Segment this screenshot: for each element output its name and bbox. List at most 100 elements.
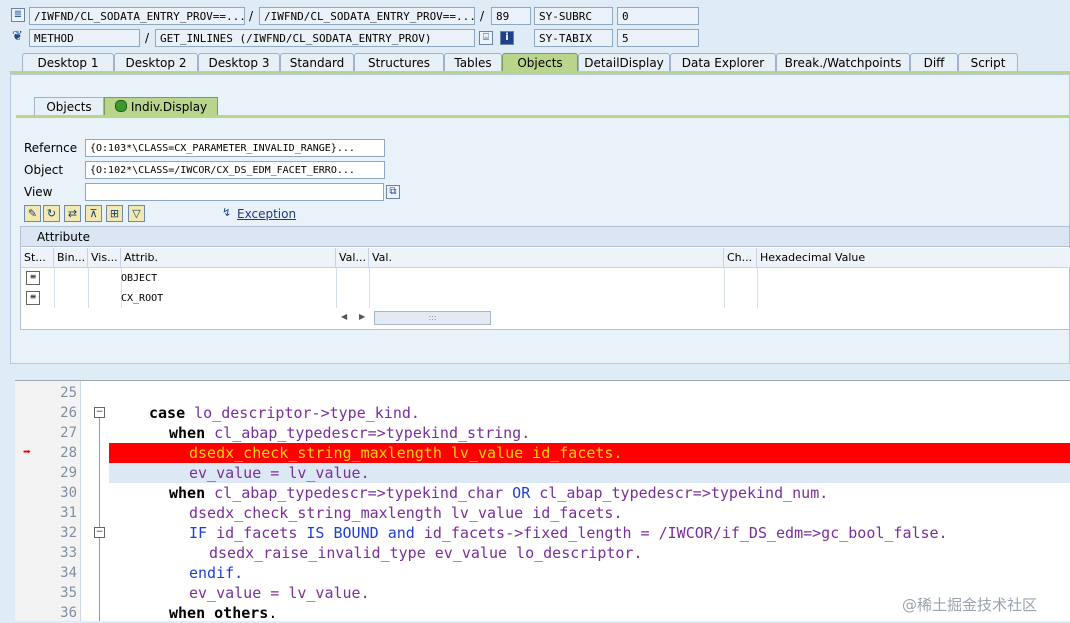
code-text: when cl_abap_typedescr=>typekind_char OR… — [169, 483, 828, 503]
object-label: Object — [24, 163, 64, 177]
code-line[interactable]: 33 dsedx_raise_invalid_type ev_value lo_d… — [15, 543, 1070, 563]
event-type-field[interactable]: METHOD — [29, 29, 140, 47]
filter-icon[interactable]: ▽ — [128, 205, 145, 222]
code-text: IF id_facets IS BOUND and id_facets->fix… — [189, 523, 948, 543]
sy-subrc-name: SY-SUBRC — [534, 7, 613, 25]
include-field[interactable]: /IWFND/CL_SODATA_ENTRY_PROV==... — [259, 7, 475, 25]
grid-divider — [757, 268, 758, 308]
col-header-val-short[interactable]: Val... — [336, 248, 369, 268]
code-identifier: id_facets->fixed_length = /IWCOR/if_DS_e… — [423, 524, 948, 542]
watermark: @稀土掘金技术社区 — [902, 596, 1038, 614]
tab-desktop-3[interactable]: Desktop 3 — [198, 53, 280, 71]
tab-breakpoints[interactable]: Break./Watchpoints — [776, 53, 910, 71]
tab-structures[interactable]: Structures — [354, 53, 444, 71]
tree-up-icon[interactable]: ⊼ — [85, 205, 102, 222]
tab-desktop-1[interactable]: Desktop 1 — [22, 53, 114, 71]
view-field[interactable] — [85, 183, 384, 201]
code-identifier: cl_abap_typedescr=>typekind_num. — [539, 484, 829, 502]
table-row-attrib[interactable]: OBJECT — [121, 269, 157, 289]
sy-tabix-value[interactable]: 5 — [617, 29, 699, 47]
hierarchy-icon[interactable]: ⊞ — [106, 205, 123, 222]
code-line[interactable]: 29 ev_value = lv_value. — [15, 463, 1070, 483]
code-text: dsedx_raise_invalid_type ev_value lo_des… — [209, 544, 643, 562]
view-expand-icon[interactable]: ⧉ — [386, 185, 400, 199]
tab-tables[interactable]: Tables — [444, 53, 502, 71]
edit-icon[interactable]: ✎ — [24, 205, 41, 222]
code-identifier: id_facets — [216, 524, 298, 542]
keyword: IF — [189, 524, 208, 542]
event-field[interactable]: GET_INLINES (/IWFND/CL_SODATA_ENTRY_PROV… — [155, 29, 475, 47]
attribute-grid-title: Attribute — [21, 227, 1069, 247]
tab-diff[interactable]: Diff — [910, 53, 958, 71]
sy-tabix-name: SY-TABIX — [534, 29, 613, 47]
separator-slash: / — [249, 9, 254, 23]
subtab-underline — [16, 115, 1070, 118]
line-number: 31 — [60, 505, 77, 521]
horizontal-scrollbar[interactable]: ::: — [374, 311, 491, 325]
grid-divider — [369, 268, 370, 308]
line-number: 25 — [60, 385, 77, 401]
table-row-attrib[interactable]: CX_ROOT — [121, 289, 163, 309]
keyword: IS BOUND — [306, 524, 379, 542]
method-icon: ❦ — [12, 29, 23, 44]
code-line[interactable]: 32 − IF id_facets IS BOUND and id_facets->… — [15, 523, 1070, 543]
code-text: when others. — [169, 603, 277, 623]
tab-script[interactable]: Script — [958, 53, 1018, 71]
tab-detaildisplay[interactable]: DetailDisplay — [578, 53, 670, 71]
scroll-right-icon[interactable]: ▶ — [359, 312, 365, 321]
code-line[interactable]: 26 − case lo_descriptor->type_kind. — [15, 403, 1070, 423]
col-header-status[interactable]: St... — [21, 248, 54, 268]
code-editor[interactable]: 25 26 − case lo_descriptor->type_kind. 27 w… — [15, 380, 1070, 623]
subtab-indiv-display-label: Indiv.Display — [130, 100, 208, 114]
reference-field[interactable]: {O:103*\CLASS=CX_PARAMETER_INVALID_RANGE… — [85, 139, 385, 157]
keyword: case — [149, 404, 186, 422]
col-header-val[interactable]: Val. — [369, 248, 724, 268]
col-header-changed[interactable]: Ch... — [724, 248, 757, 268]
code-identifier: cl_abap_typedescr=>typekind_char — [214, 484, 504, 502]
code-identifier: lo_descriptor->type_kind. — [194, 404, 420, 422]
reference-label: Refernce — [24, 141, 78, 155]
exception-link[interactable]: Exception — [237, 207, 296, 221]
code-line[interactable]: 27 when cl_abap_typedescr=>typekind_strin… — [15, 423, 1070, 443]
scroll-left-icon[interactable]: ◀ — [341, 312, 347, 321]
line-number: 30 — [60, 485, 77, 501]
tab-data-explorer[interactable]: Data Explorer — [670, 53, 776, 71]
line-number-field[interactable]: 89 — [491, 7, 531, 25]
code-text: ev_value = lv_value. — [189, 464, 370, 482]
subtab-objects[interactable]: Objects — [34, 97, 104, 115]
code-line[interactable]: 30 when cl_abap_typedescr=>typekind_char … — [15, 483, 1070, 503]
object-status-icon[interactable]: ≡ — [26, 271, 40, 285]
code-text: endif. — [189, 564, 244, 582]
info-icon[interactable]: i — [500, 31, 514, 45]
object-status-icon[interactable]: ≡ — [26, 291, 40, 305]
code-text: case lo_descriptor->type_kind. — [149, 403, 420, 423]
col-header-binding[interactable]: Bin... — [54, 248, 88, 268]
fold-toggle-icon[interactable]: − — [94, 527, 105, 538]
grid-divider — [54, 268, 55, 308]
program-icon: ≣ — [11, 8, 25, 22]
object-field[interactable]: {O:102*\CLASS=/IWCOR/CX_DS_EDM_FACET_ERR… — [85, 161, 385, 179]
refresh-icon[interactable]: ↻ — [43, 205, 60, 222]
col-header-attrib[interactable]: Attrib. — [121, 248, 336, 268]
col-header-hex[interactable]: Hexadecimal Value — [757, 248, 1070, 268]
code-line[interactable]: 34 endif. — [15, 563, 1070, 583]
col-header-visibility[interactable]: Vis... — [88, 248, 121, 268]
program-field[interactable]: /IWFND/CL_SODATA_ENTRY_PROV==... — [29, 7, 245, 25]
code-line[interactable]: 31 dsedx_check_string_maxlength lv_value … — [15, 503, 1070, 523]
grid-divider — [724, 268, 725, 308]
subtab-indiv-display[interactable]: Indiv.Display — [104, 97, 218, 115]
code-punctuation: . — [268, 604, 278, 622]
code-line[interactable]: 25 — [15, 383, 1070, 403]
tab-standard[interactable]: Standard — [280, 53, 354, 71]
tab-desktop-2[interactable]: Desktop 2 — [114, 53, 198, 71]
tab-objects[interactable]: Objects — [502, 53, 578, 71]
sy-subrc-value[interactable]: 0 — [617, 7, 699, 25]
keyword: OR — [512, 484, 531, 502]
code-line-current[interactable]: ➡ 28 dsedx_check_string_maxlength lv_value… — [15, 443, 1070, 463]
fold-toggle-icon[interactable]: − — [94, 407, 105, 418]
line-number: 32 — [60, 525, 77, 541]
view-label: View — [24, 185, 53, 199]
navigate-icon[interactable]: ⇄ — [64, 205, 81, 222]
navigate-source-icon[interactable]: ⌸ — [479, 31, 493, 45]
line-number: 29 — [60, 465, 77, 481]
